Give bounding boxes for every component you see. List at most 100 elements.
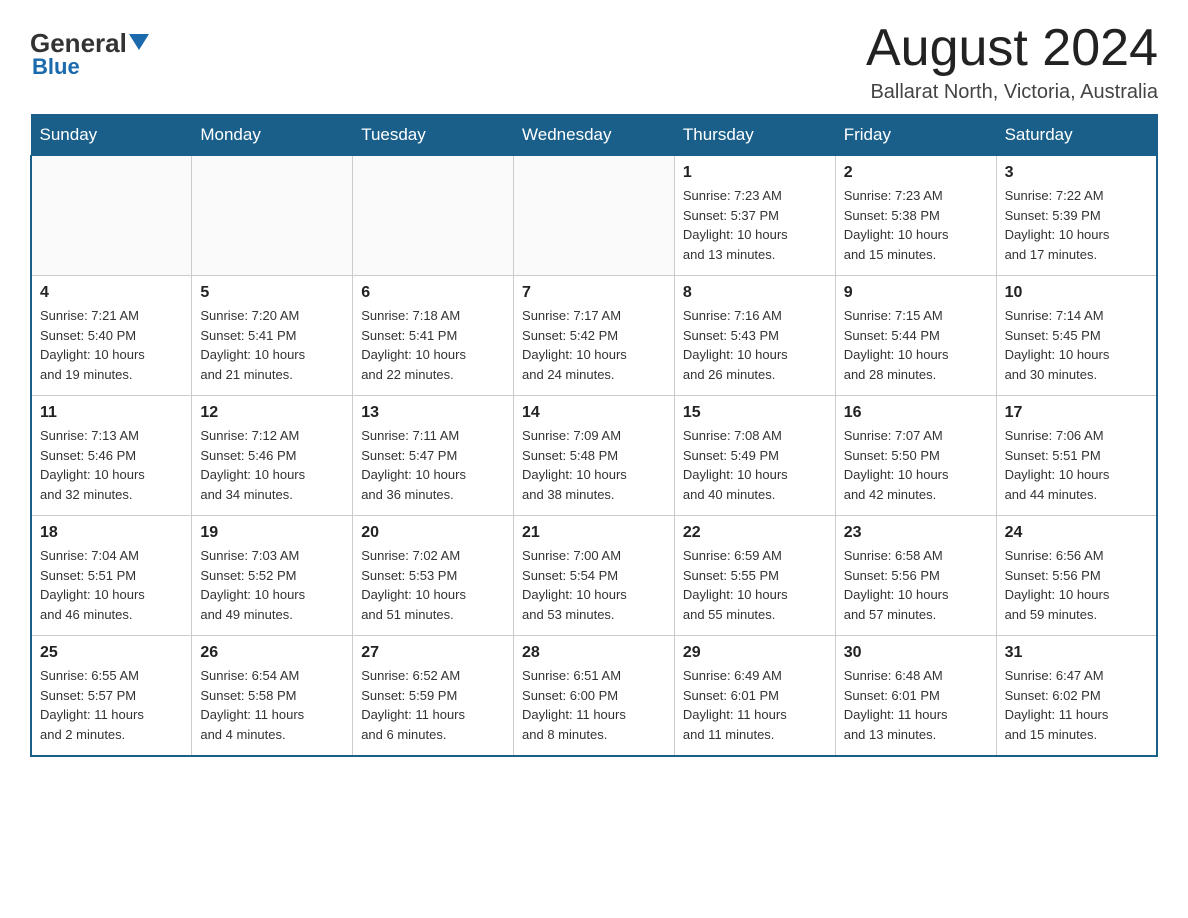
- week-row-4: 18 Sunrise: 7:04 AMSunset: 5:51 PMDayligh…: [31, 516, 1157, 636]
- day-info: Sunrise: 6:51 AMSunset: 6:00 PMDaylight:…: [522, 666, 666, 744]
- calendar-cell: 23 Sunrise: 6:58 AMSunset: 5:56 PMDayligh…: [835, 516, 996, 636]
- day-info: Sunrise: 6:47 AMSunset: 6:02 PMDaylight:…: [1005, 666, 1148, 744]
- day-number: 23: [844, 524, 988, 542]
- calendar-cell: 24Sunrise: 6:56 AMSunset: 5:56 PMDayligh…: [996, 516, 1157, 636]
- calendar-cell: 1 Sunrise: 7:23 AMSunset: 5:37 PMDaylight…: [674, 156, 835, 276]
- calendar-cell: 29 Sunrise: 6:49 AMSunset: 6:01 PMDayligh…: [674, 636, 835, 756]
- calendar-cell: 13Sunrise: 7:11 AMSunset: 5:47 PMDayligh…: [353, 396, 514, 516]
- calendar-cell: 25Sunrise: 6:55 AMSunset: 5:57 PMDayligh…: [31, 636, 192, 756]
- day-number: 1: [683, 164, 827, 182]
- day-number: 8: [683, 284, 827, 302]
- day-number: 12: [200, 404, 344, 422]
- calendar-table: Sunday Monday Tuesday Wednesday Thursday…: [30, 114, 1158, 757]
- col-sunday: Sunday: [31, 115, 192, 156]
- day-number: 2: [844, 164, 988, 182]
- day-number: 4: [40, 284, 183, 302]
- calendar-cell: 10 Sunrise: 7:14 AMSunset: 5:45 PMDayligh…: [996, 276, 1157, 396]
- calendar-cell: 12 Sunrise: 7:12 AMSunset: 5:46 PMDayligh…: [192, 396, 353, 516]
- day-info: Sunrise: 7:04 AMSunset: 5:51 PMDaylight:…: [40, 546, 183, 624]
- day-number: 11: [40, 404, 183, 422]
- calendar-cell: 31 Sunrise: 6:47 AMSunset: 6:02 PMDayligh…: [996, 636, 1157, 756]
- day-info: Sunrise: 7:02 AMSunset: 5:53 PMDaylight:…: [361, 546, 505, 624]
- day-info: Sunrise: 7:09 AMSunset: 5:48 PMDaylight:…: [522, 426, 666, 504]
- day-number: 15: [683, 404, 827, 422]
- day-info: Sunrise: 7:11 AMSunset: 5:47 PMDaylight:…: [361, 426, 505, 504]
- calendar-cell: 27 Sunrise: 6:52 AMSunset: 5:59 PMDayligh…: [353, 636, 514, 756]
- day-number: 19: [200, 524, 344, 542]
- day-info: Sunrise: 7:12 AMSunset: 5:46 PMDaylight:…: [200, 426, 344, 504]
- calendar-cell: 19 Sunrise: 7:03 AMSunset: 5:52 PMDayligh…: [192, 516, 353, 636]
- day-number: 25: [40, 644, 183, 662]
- col-monday: Monday: [192, 115, 353, 156]
- calendar-cell: 15 Sunrise: 7:08 AMSunset: 5:49 PMDayligh…: [674, 396, 835, 516]
- day-info: Sunrise: 7:16 AMSunset: 5:43 PMDaylight:…: [683, 306, 827, 384]
- day-info: Sunrise: 7:14 AMSunset: 5:45 PMDaylight:…: [1005, 306, 1148, 384]
- calendar-cell: 14 Sunrise: 7:09 AMSunset: 5:48 PMDayligh…: [514, 396, 675, 516]
- calendar-cell: 2 Sunrise: 7:23 AMSunset: 5:38 PMDaylight…: [835, 156, 996, 276]
- week-row-3: 11Sunrise: 7:13 AMSunset: 5:46 PMDayligh…: [31, 396, 1157, 516]
- day-info: Sunrise: 7:03 AMSunset: 5:52 PMDaylight:…: [200, 546, 344, 624]
- calendar-cell: [192, 156, 353, 276]
- logo: General Blue: [30, 30, 149, 80]
- calendar-cell: 30 Sunrise: 6:48 AMSunset: 6:01 PMDayligh…: [835, 636, 996, 756]
- calendar-header-row: Sunday Monday Tuesday Wednesday Thursday…: [31, 115, 1157, 156]
- day-number: 9: [844, 284, 988, 302]
- page-header: General Blue August 2024 Ballarat North,…: [30, 20, 1158, 104]
- day-info: Sunrise: 7:07 AMSunset: 5:50 PMDaylight:…: [844, 426, 988, 504]
- col-thursday: Thursday: [674, 115, 835, 156]
- day-info: Sunrise: 7:17 AMSunset: 5:42 PMDaylight:…: [522, 306, 666, 384]
- day-number: 5: [200, 284, 344, 302]
- day-number: 18: [40, 524, 183, 542]
- week-row-2: 4 Sunrise: 7:21 AMSunset: 5:40 PMDaylight…: [31, 276, 1157, 396]
- day-number: 3: [1005, 164, 1148, 182]
- day-info: Sunrise: 6:54 AMSunset: 5:58 PMDaylight:…: [200, 666, 344, 744]
- title-area: August 2024 Ballarat North, Victoria, Au…: [866, 20, 1158, 104]
- calendar-cell: 28 Sunrise: 6:51 AMSunset: 6:00 PMDayligh…: [514, 636, 675, 756]
- calendar-subtitle: Ballarat North, Victoria, Australia: [866, 81, 1158, 104]
- calendar-cell: [353, 156, 514, 276]
- day-number: 30: [844, 644, 988, 662]
- day-info: Sunrise: 6:48 AMSunset: 6:01 PMDaylight:…: [844, 666, 988, 744]
- calendar-cell: 3 Sunrise: 7:22 AMSunset: 5:39 PMDaylight…: [996, 156, 1157, 276]
- calendar-cell: 17Sunrise: 7:06 AMSunset: 5:51 PMDayligh…: [996, 396, 1157, 516]
- day-number: 28: [522, 644, 666, 662]
- day-number: 17: [1005, 404, 1148, 422]
- day-number: 27: [361, 644, 505, 662]
- col-wednesday: Wednesday: [514, 115, 675, 156]
- calendar-cell: 7 Sunrise: 7:17 AMSunset: 5:42 PMDaylight…: [514, 276, 675, 396]
- calendar-cell: 8 Sunrise: 7:16 AMSunset: 5:43 PMDaylight…: [674, 276, 835, 396]
- day-number: 16: [844, 404, 988, 422]
- logo-general: General: [30, 30, 149, 56]
- day-number: 29: [683, 644, 827, 662]
- day-info: Sunrise: 6:58 AMSunset: 5:56 PMDaylight:…: [844, 546, 988, 624]
- day-number: 21: [522, 524, 666, 542]
- day-number: 10: [1005, 284, 1148, 302]
- calendar-cell: 20Sunrise: 7:02 AMSunset: 5:53 PMDayligh…: [353, 516, 514, 636]
- day-info: Sunrise: 6:49 AMSunset: 6:01 PMDaylight:…: [683, 666, 827, 744]
- day-info: Sunrise: 6:56 AMSunset: 5:56 PMDaylight:…: [1005, 546, 1148, 624]
- day-info: Sunrise: 7:08 AMSunset: 5:49 PMDaylight:…: [683, 426, 827, 504]
- logo-triangle-icon: [129, 34, 149, 50]
- day-number: 6: [361, 284, 505, 302]
- calendar-cell: 22Sunrise: 6:59 AMSunset: 5:55 PMDayligh…: [674, 516, 835, 636]
- day-number: 26: [200, 644, 344, 662]
- day-number: 7: [522, 284, 666, 302]
- day-info: Sunrise: 7:22 AMSunset: 5:39 PMDaylight:…: [1005, 186, 1148, 264]
- day-number: 31: [1005, 644, 1148, 662]
- calendar-title: August 2024: [866, 20, 1158, 77]
- col-saturday: Saturday: [996, 115, 1157, 156]
- day-info: Sunrise: 7:21 AMSunset: 5:40 PMDaylight:…: [40, 306, 183, 384]
- day-info: Sunrise: 7:23 AMSunset: 5:37 PMDaylight:…: [683, 186, 827, 264]
- day-info: Sunrise: 6:52 AMSunset: 5:59 PMDaylight:…: [361, 666, 505, 744]
- col-friday: Friday: [835, 115, 996, 156]
- calendar-cell: [514, 156, 675, 276]
- calendar-cell: [31, 156, 192, 276]
- day-info: Sunrise: 6:59 AMSunset: 5:55 PMDaylight:…: [683, 546, 827, 624]
- col-tuesday: Tuesday: [353, 115, 514, 156]
- week-row-5: 25Sunrise: 6:55 AMSunset: 5:57 PMDayligh…: [31, 636, 1157, 756]
- day-info: Sunrise: 7:23 AMSunset: 5:38 PMDaylight:…: [844, 186, 988, 264]
- week-row-1: 1 Sunrise: 7:23 AMSunset: 5:37 PMDaylight…: [31, 156, 1157, 276]
- calendar-cell: 9Sunrise: 7:15 AMSunset: 5:44 PMDaylight…: [835, 276, 996, 396]
- day-number: 14: [522, 404, 666, 422]
- day-info: Sunrise: 7:20 AMSunset: 5:41 PMDaylight:…: [200, 306, 344, 384]
